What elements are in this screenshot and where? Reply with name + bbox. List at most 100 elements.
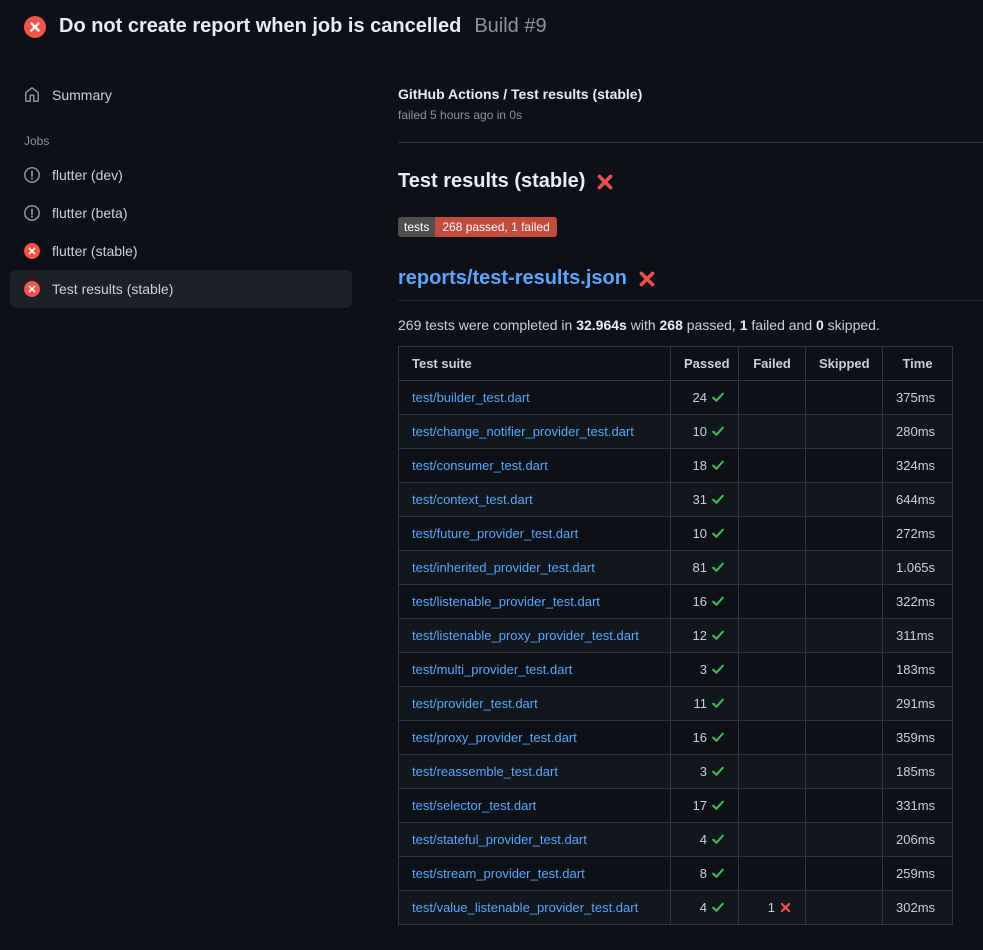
sidebar-job-item[interactable]: flutter (beta) — [10, 194, 352, 232]
failed-cell — [739, 585, 806, 619]
run-title: Do not create report when job is cancell… — [59, 15, 461, 38]
table-row: test/selector_test.dart 17 331ms — [399, 789, 953, 823]
failed-cell — [739, 483, 806, 517]
check-icon — [711, 730, 725, 744]
passed-cell: 11 — [671, 687, 739, 721]
passed-count: 12 — [693, 628, 707, 643]
summary-text: passed, — [683, 317, 740, 333]
passed-count: 81 — [693, 560, 707, 575]
check-icon — [711, 560, 725, 574]
home-icon — [24, 87, 40, 103]
table-row: test/inherited_provider_test.dart 81 1.0… — [399, 551, 953, 585]
check-icon — [711, 662, 725, 676]
time-cell: 259ms — [883, 857, 953, 891]
time-cell: 280ms — [883, 415, 953, 449]
suite-link[interactable]: test/change_notifier_provider_test.dart — [412, 424, 634, 439]
breadcrumb: GitHub Actions / Test results (stable) — [398, 86, 983, 102]
cancelled-status-icon — [24, 167, 40, 183]
failed-cell — [739, 687, 806, 721]
passed-count: 18 — [693, 458, 707, 473]
job-label: flutter (stable) — [52, 243, 138, 259]
suite-link[interactable]: test/context_test.dart — [412, 492, 533, 507]
table-row: test/stream_provider_test.dart 8 259ms — [399, 857, 953, 891]
failed-x-icon — [596, 173, 614, 191]
table-row: test/reassemble_test.dart 3 185ms — [399, 755, 953, 789]
section-title: Test results (stable) — [398, 170, 983, 193]
table-row: test/future_provider_test.dart 10 272ms — [399, 517, 953, 551]
time-cell: 183ms — [883, 653, 953, 687]
suite-link[interactable]: test/consumer_test.dart — [412, 458, 548, 473]
suite-link[interactable]: test/listenable_provider_test.dart — [412, 594, 600, 609]
table-row: test/multi_provider_test.dart 3 183ms — [399, 653, 953, 687]
suite-link[interactable]: test/builder_test.dart — [412, 390, 530, 405]
sidebar: Summary Jobs flutter (dev) flutter (beta… — [0, 50, 352, 308]
passed-cell: 4 — [671, 891, 739, 925]
time-cell: 324ms — [883, 449, 953, 483]
check-icon — [711, 696, 725, 710]
run-meta: GitHub Actions / Test results (stable) f… — [398, 50, 983, 122]
table-row: test/builder_test.dart 24 375ms — [399, 381, 953, 415]
failed-cell — [739, 415, 806, 449]
failed-cell — [739, 619, 806, 653]
suite-link[interactable]: test/inherited_provider_test.dart — [412, 560, 595, 575]
skipped-cell — [806, 449, 883, 483]
skipped-cell — [806, 381, 883, 415]
table-row: test/listenable_proxy_provider_test.dart… — [399, 619, 953, 653]
suite-link[interactable]: test/reassemble_test.dart — [412, 764, 558, 779]
header-test-suite: Test suite — [399, 347, 671, 381]
check-icon — [711, 492, 725, 506]
cross-icon — [779, 901, 792, 914]
passed-cell: 17 — [671, 789, 739, 823]
job-status-icon — [24, 205, 40, 221]
report-heading: reports/test-results.json — [398, 267, 983, 301]
table-row: test/value_listenable_provider_test.dart… — [399, 891, 953, 925]
skipped-cell — [806, 551, 883, 585]
failed-cell — [739, 381, 806, 415]
table-header-row: Test suite Passed Failed Skipped Time — [399, 347, 953, 381]
cancelled-status-icon — [24, 205, 40, 221]
passed-count: 16 — [693, 594, 707, 609]
passed-cell: 4 — [671, 823, 739, 857]
sidebar-job-item[interactable]: flutter (dev) — [10, 156, 352, 194]
passed-count: 10 — [693, 424, 707, 439]
passed-cell: 3 — [671, 653, 739, 687]
build-number: Build #9 — [474, 15, 546, 38]
sidebar-job-item[interactable]: flutter (stable) — [10, 232, 352, 270]
skipped-cell — [806, 483, 883, 517]
failed-cell — [739, 755, 806, 789]
suite-link[interactable]: test/proxy_provider_test.dart — [412, 730, 577, 745]
check-icon — [711, 900, 725, 914]
failed-cell — [739, 449, 806, 483]
time-cell: 272ms — [883, 517, 953, 551]
section-title-text: Test results (stable) — [398, 170, 585, 193]
suite-link[interactable]: test/listenable_proxy_provider_test.dart — [412, 628, 639, 643]
table-row: test/context_test.dart 31 644ms — [399, 483, 953, 517]
failed-cell — [739, 653, 806, 687]
skipped-cell — [806, 755, 883, 789]
summary-strong: 268 — [660, 317, 683, 333]
sidebar-item-summary[interactable]: Summary — [10, 78, 352, 112]
suite-link[interactable]: test/stateful_provider_test.dart — [412, 832, 587, 847]
suite-link[interactable]: test/stream_provider_test.dart — [412, 866, 585, 881]
suite-link[interactable]: test/selector_test.dart — [412, 798, 536, 813]
failed-cell: 1 — [739, 891, 806, 925]
suite-link[interactable]: test/future_provider_test.dart — [412, 526, 578, 541]
check-icon — [711, 866, 725, 880]
passed-count: 4 — [700, 900, 707, 915]
check-icon — [711, 594, 725, 608]
suite-link[interactable]: test/value_listenable_provider_test.dart — [412, 900, 638, 915]
table-row: test/listenable_provider_test.dart 16 32… — [399, 585, 953, 619]
report-file-link[interactable]: reports/test-results.json — [398, 267, 627, 290]
test-results-table: Test suite Passed Failed Skipped Time te… — [398, 346, 953, 925]
skipped-cell — [806, 891, 883, 925]
time-cell: 1.065s — [883, 551, 953, 585]
suite-link[interactable]: test/provider_test.dart — [412, 696, 538, 711]
passed-cell: 8 — [671, 857, 739, 891]
jobs-list: flutter (dev) flutter (beta) flutter (st… — [10, 156, 352, 308]
skipped-cell — [806, 687, 883, 721]
suite-link[interactable]: test/multi_provider_test.dart — [412, 662, 572, 677]
failed-count: 1 — [768, 900, 775, 915]
table-row: test/change_notifier_provider_test.dart … — [399, 415, 953, 449]
sidebar-job-item[interactable]: Test results (stable) — [10, 270, 352, 308]
badge-label: tests — [398, 217, 435, 237]
